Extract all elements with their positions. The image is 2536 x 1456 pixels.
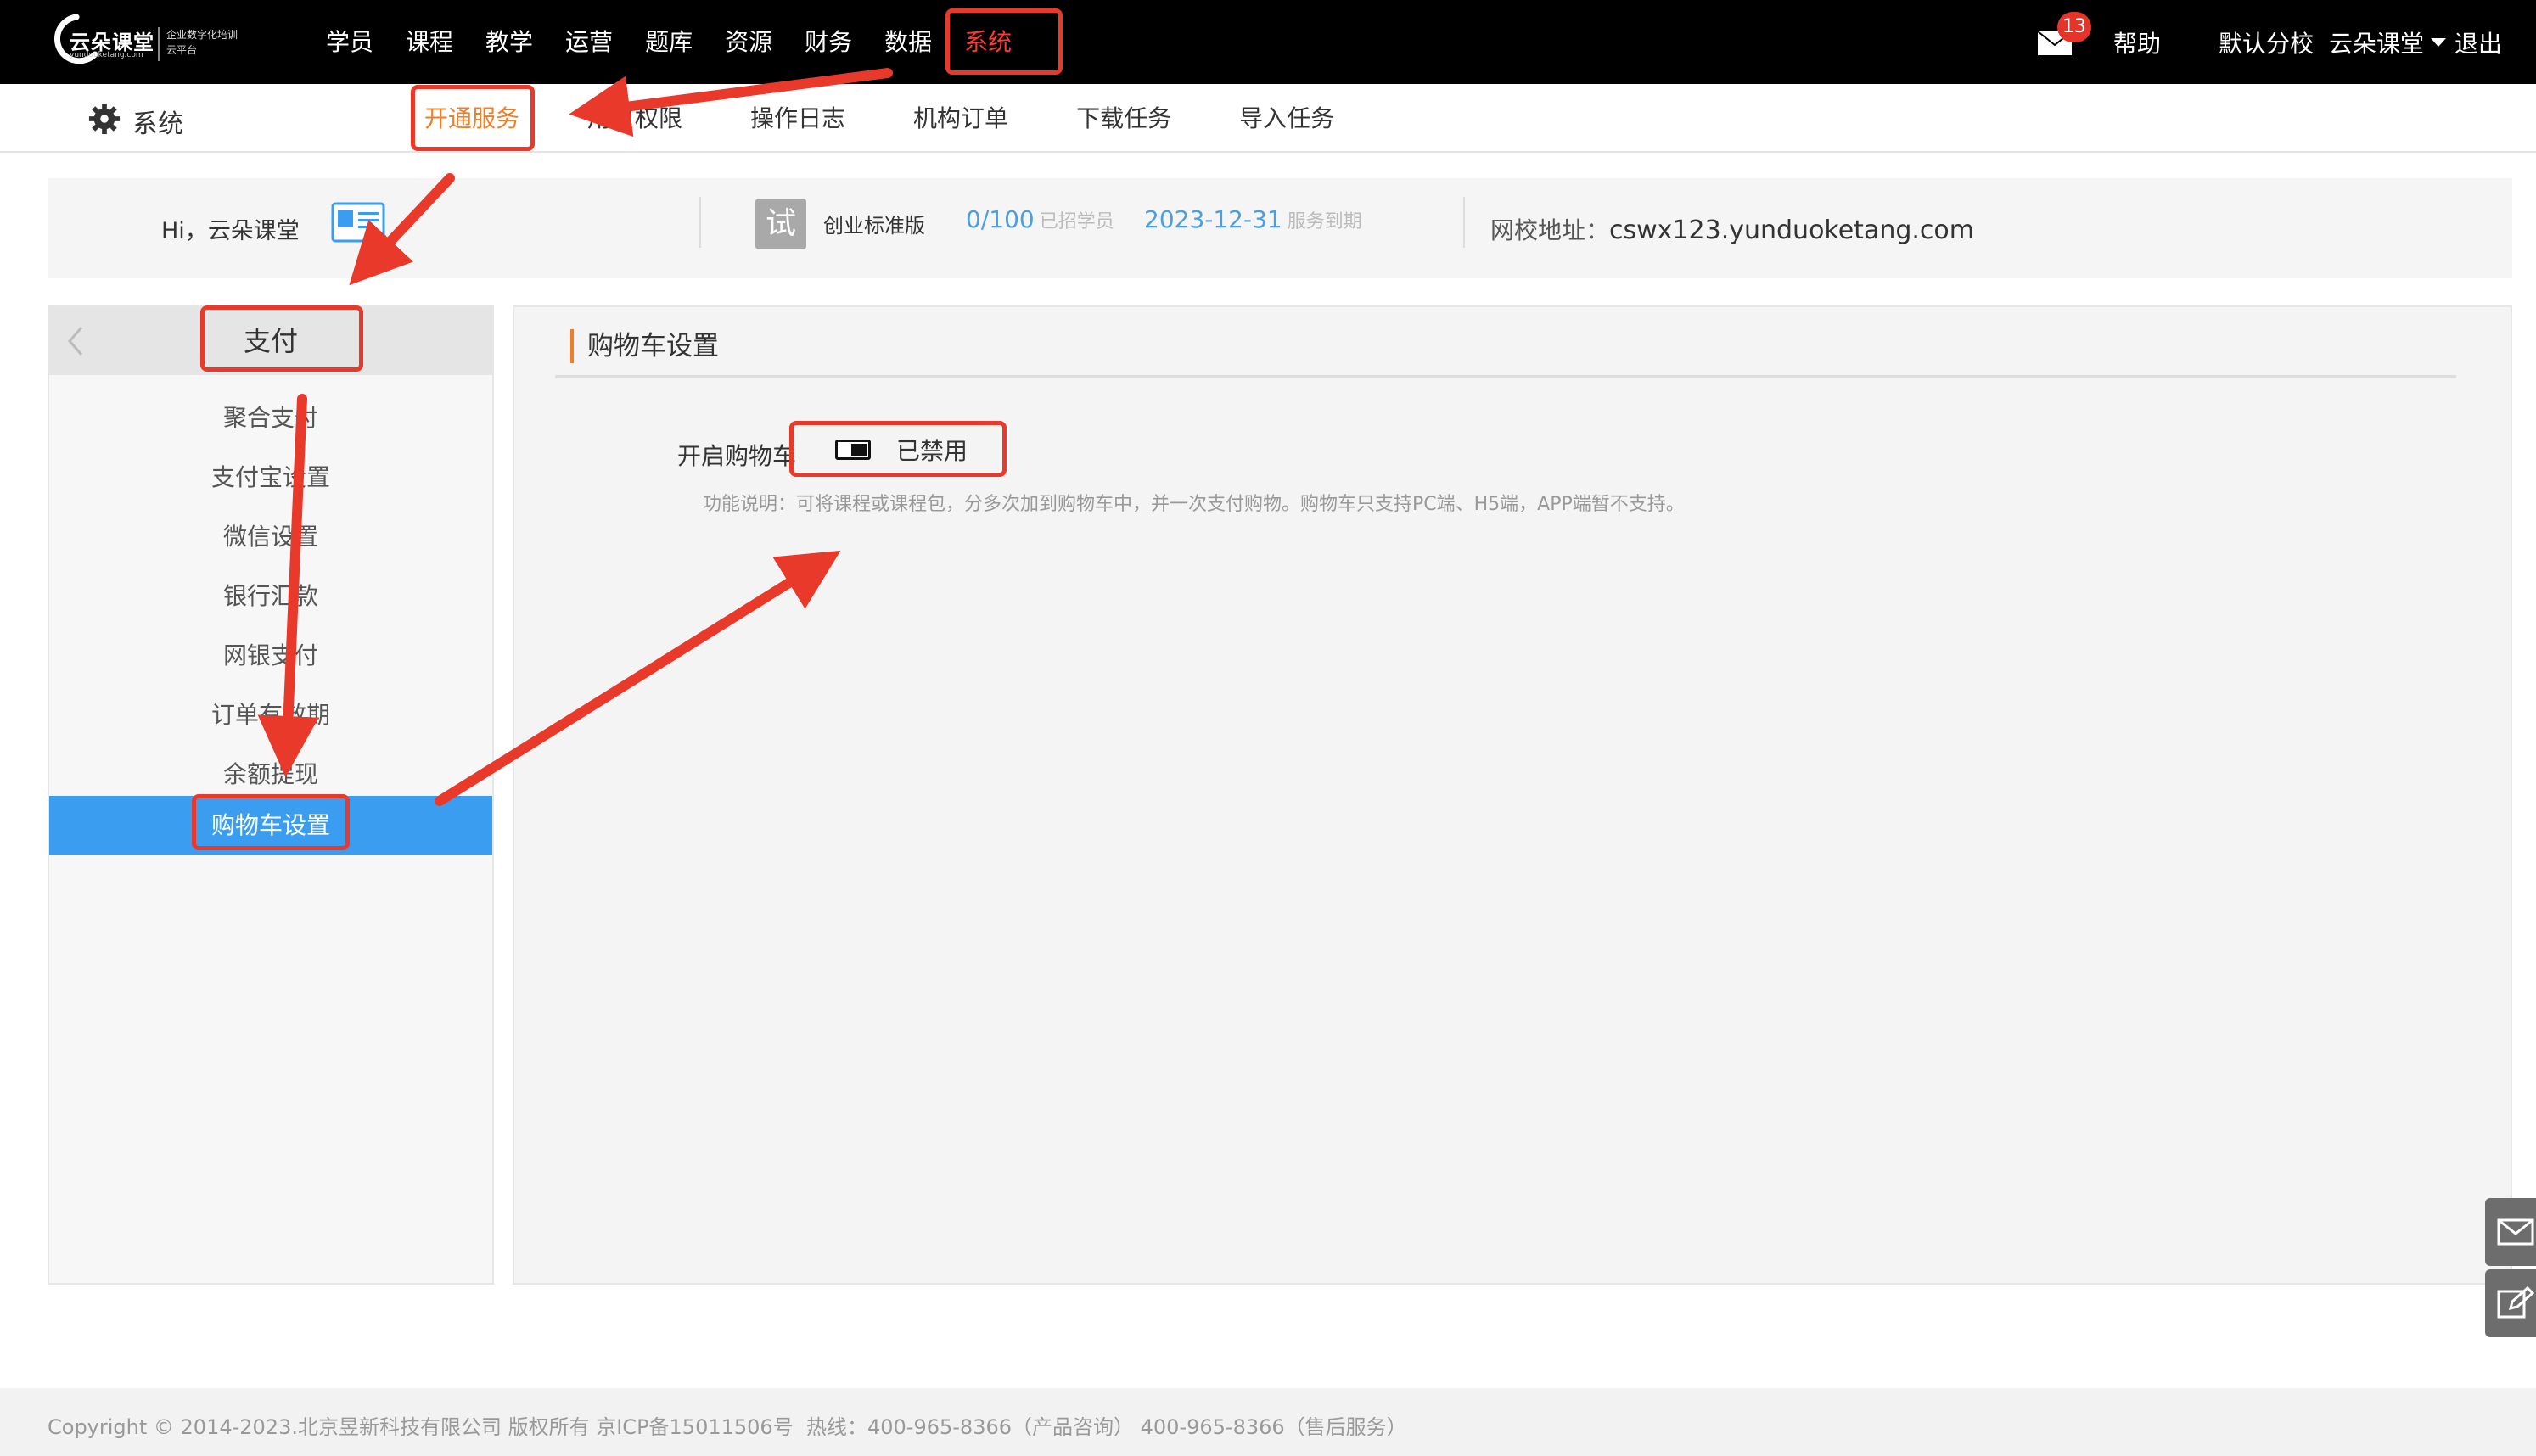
toggle-state-text: 已禁用 [896, 437, 968, 465]
sidebar-header: 支付 [49, 307, 492, 375]
sidebar-item-online-banking[interactable]: 网银支付 [49, 626, 492, 686]
edit-icon [2497, 1286, 2534, 1319]
payment-sidebar: 支付 聚合支付 支付宝设置 微信设置 银行汇款 网银支付 订单有效期 余额提现 … [48, 305, 494, 1285]
nav-item-data[interactable]: 数据 [884, 0, 932, 84]
sidebar-item-bank-transfer[interactable]: 银行汇款 [49, 567, 492, 626]
main-nav: 学员 课程 教学 运营 题库 资源 财务 数据 系统 [326, 0, 1044, 84]
tab-org-orders[interactable]: 机构订单 [913, 84, 1008, 153]
expiry-stat: 2023-12-31 服务到期 [1144, 205, 1362, 233]
nav-item-finance[interactable]: 财务 [805, 0, 852, 84]
enable-cart-toggle[interactable]: 已禁用 [835, 433, 968, 467]
unread-count-badge: 13 [2056, 11, 2091, 42]
trial-badge: 试 [755, 199, 806, 249]
greeting: Hi，云朵课堂 [161, 212, 300, 245]
user-name: 云朵课堂 [2328, 29, 2424, 58]
feature-description: 功能说明：可将课程或课程包，分多次加到购物车中，并一次支付购物。购物车只支持PC… [703, 494, 1685, 515]
student-count-stat: 0/100 已招学员 [966, 205, 1114, 233]
gear-icon [88, 103, 121, 135]
panel-title: 购物车设置 [587, 331, 719, 361]
top-right-actions: 13 帮助 默认分校 云朵课堂 退出 [2037, 0, 2502, 84]
brand-domain: yunduoketang.com [70, 51, 143, 59]
nav-item-operations[interactable]: 运营 [565, 0, 613, 84]
expiry-date-value: 2023-12-31 [1144, 205, 1282, 233]
info-divider [699, 197, 701, 248]
hotline-text: 热线：400-965-8366（产品咨询） 400-965-8366（售后服务） [806, 1415, 1407, 1439]
user-menu[interactable]: 云朵课堂 [2329, 25, 2455, 59]
tab-user-permissions[interactable]: 用户权限 [587, 84, 682, 153]
nav-item-teaching[interactable]: 教学 [485, 0, 533, 84]
account-info-bar: Hi，云朵课堂 试 创业标准版 0/100 已招学员 2023-12-31 服务到期… [48, 178, 2512, 278]
enable-cart-label: 开启购物车 [677, 442, 797, 470]
nav-item-students[interactable]: 学员 [326, 0, 373, 84]
copyright-text: Copyright © 2014-2023.北京昱新科技有限公司 版权所有 京I… [48, 1415, 794, 1439]
id-card-icon[interactable] [331, 202, 389, 246]
tab-download-tasks[interactable]: 下载任务 [1076, 84, 1171, 153]
greeting-prefix: Hi， [161, 218, 208, 244]
float-message-button[interactable] [2485, 1198, 2536, 1266]
title-accent-bar [570, 329, 574, 363]
system-subtabs: 开通服务 用户权限 操作日志 机构订单 下载任务 导入任务 [424, 84, 1402, 153]
help-link[interactable]: 帮助 [2113, 25, 2161, 59]
messages-button[interactable]: 13 [2037, 11, 2091, 56]
section-title: 系统 [132, 109, 183, 139]
page-footer: Copyright © 2014-2023.北京昱新科技有限公司 版权所有 京I… [0, 1388, 2536, 1456]
brand-slogan: 企业数字化培训云平台 [166, 29, 238, 56]
sidebar-item-cart-settings[interactable]: 购物车设置 [49, 796, 492, 855]
tab-open-service[interactable]: 开通服务 [424, 84, 519, 153]
site-url-link[interactable]: cswx123.yunduoketang.com [1609, 216, 1974, 245]
tab-import-tasks[interactable]: 导入任务 [1239, 84, 1334, 153]
envelope-icon [2497, 1218, 2534, 1246]
edition-name: 创业标准版 [823, 214, 925, 238]
cart-settings-panel: 购物车设置 开启购物车 已禁用 功能说明：可将课程或课程包，分多次加到购物车中，… [513, 305, 2512, 1285]
info-divider [1463, 197, 1465, 248]
section-tabbar: 系统 开通服务 用户权限 操作日志 机构订单 下载任务 导入任务 [0, 84, 2536, 153]
account-name: 云朵课堂 [207, 218, 300, 244]
title-divider [555, 375, 2456, 378]
sidebar-item-order-validity[interactable]: 订单有效期 [49, 686, 492, 745]
sidebar-item-wechat[interactable]: 微信设置 [49, 507, 492, 567]
logo-divider [158, 27, 160, 61]
nav-item-question-bank[interactable]: 题库 [645, 0, 693, 84]
sidebar-title: 支付 [243, 325, 298, 357]
chevron-down-icon [2430, 37, 2446, 47]
site-label: 网校地址： [1490, 216, 1610, 244]
brand-logo[interactable]: 云朵课堂 yunduoketang.com 企业数字化培训云平台 [48, 12, 238, 64]
branch-school-selector[interactable]: 默认分校 [2219, 25, 2314, 59]
expiry-date-label: 服务到期 [1287, 211, 1362, 232]
top-navbar: 云朵课堂 yunduoketang.com 企业数字化培训云平台 学员 课程 教… [0, 0, 2536, 84]
logout-link[interactable]: 退出 [2455, 25, 2502, 59]
student-count-label: 已招学员 [1039, 211, 1114, 232]
sidebar-item-aggregate-pay[interactable]: 聚合支付 [49, 389, 492, 448]
nav-item-courses[interactable]: 课程 [406, 0, 453, 84]
nav-item-system[interactable]: 系统 [964, 0, 1012, 84]
sidebar-item-alipay[interactable]: 支付宝设置 [49, 448, 492, 507]
nav-item-resources[interactable]: 资源 [725, 0, 772, 84]
float-feedback-button[interactable] [2485, 1269, 2536, 1337]
school-site-address: 网校地址：cswx123.yunduoketang.com [1490, 212, 1974, 246]
toggle-switch-icon [835, 440, 871, 460]
student-count-value: 0/100 [966, 205, 1035, 233]
tab-operation-log[interactable]: 操作日志 [750, 84, 845, 153]
